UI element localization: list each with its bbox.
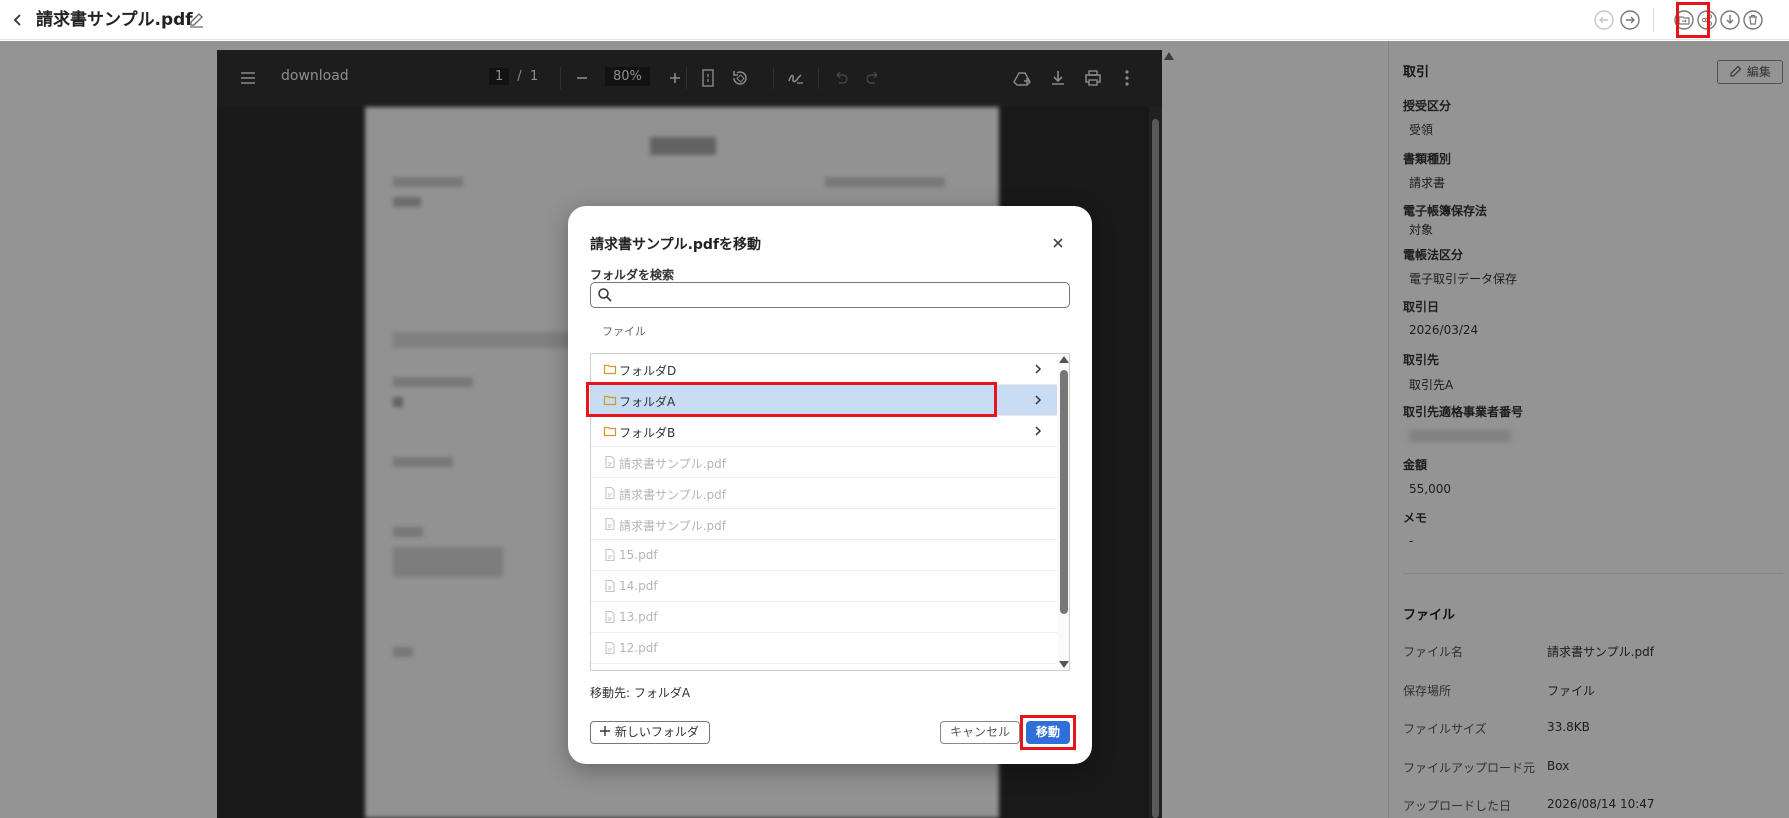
plus-icon [600,726,610,736]
top-bar: 請求書サンプル.pdf [0,0,1789,40]
document-title: 請求書サンプル.pdf [36,10,193,30]
chevron-right-icon [1035,364,1042,374]
file-icon [605,548,615,562]
list-item-file: 14.pdf [591,571,1057,602]
new-folder-button[interactable]: 新しいフォルダ [590,721,710,744]
file-icon [605,486,615,500]
pencil-icon [190,13,203,28]
list-item-folder[interactable]: フォルダA [591,385,1057,416]
arrow-right-circle-icon [1620,10,1640,30]
list-item-folder[interactable]: フォルダB [591,416,1057,447]
share-button[interactable] [1696,9,1718,31]
share-icon [1697,10,1717,30]
search-icon [598,288,612,302]
cancel-button[interactable]: キャンセル [940,721,1020,744]
dialog-title: 請求書サンプル.pdfを移動 [590,237,762,253]
chevron-right-icon [1035,426,1042,436]
dialog-close-button[interactable] [1048,233,1068,253]
scroll-down-arrow[interactable] [1059,661,1069,668]
file-icon [605,517,615,531]
arrow-left-circle-icon [1594,10,1614,30]
move-destination: 移動先: フォルダA [590,686,691,700]
list-item-file: 13.pdf [591,602,1057,633]
file-icon [605,610,615,624]
folder-breadcrumb[interactable]: ファイル [602,323,646,339]
trash-icon [1743,10,1763,30]
close-icon [1053,238,1063,248]
folder-icon [603,426,617,437]
list-item-label: 13.pdf [619,610,658,624]
folder-icon [603,364,617,375]
file-icon [605,455,615,469]
list-item-label: フォルダD [619,364,677,378]
list-item-folder[interactable]: フォルダD [591,354,1057,385]
back-button[interactable] [6,8,28,32]
move-file-button[interactable] [1673,9,1695,31]
list-item-label: 12.pdf [619,641,658,655]
toolbar-divider [1653,8,1654,32]
chevron-right-icon [1035,395,1042,405]
list-item-label: フォルダA [619,395,676,409]
chevron-left-icon [13,14,21,26]
list-item-label: 請求書サンプル.pdf [619,457,726,471]
file-icon [605,641,615,655]
folder-list: フォルダD フォルダA フォルダB 請求書サンプル.pdf 請求書サンプル.pd… [590,353,1070,671]
download-circle-icon [1720,10,1740,30]
top-actions [1589,0,1789,40]
list-item-file: 12.pdf [591,633,1057,664]
scroll-up-arrow[interactable] [1059,356,1069,363]
list-item-label: 15.pdf [619,548,658,562]
list-item-label: フォルダB [619,426,676,440]
move-button[interactable]: 移動 [1026,721,1070,744]
list-item-file: 15.pdf [591,540,1057,571]
next-document-button[interactable] [1619,9,1641,31]
folder-icon [603,395,617,406]
new-folder-label: 新しいフォルダ [614,725,699,739]
file-icon [605,579,615,593]
download-button[interactable] [1719,9,1741,31]
folder-list-scrollbar-thumb[interactable] [1060,370,1068,614]
folder-search-box[interactable] [590,282,1070,308]
list-item-file: 請求書サンプル.pdf [591,509,1057,540]
folder-list-scrollbar[interactable] [1057,354,1069,670]
move-file-dialog: 請求書サンプル.pdfを移動 フォルダを検索 ファイル フォルダD フォルダA … [568,206,1092,764]
list-item-file: 請求書サンプル.pdf [591,478,1057,509]
move-folder-icon [1674,10,1694,30]
folder-search-input[interactable] [617,285,1065,305]
folder-search-label: フォルダを検索 [590,268,675,282]
list-item-label: 14.pdf [619,579,658,593]
list-item-label: 請求書サンプル.pdf [619,519,726,533]
delete-button[interactable] [1742,9,1764,31]
edit-title-button[interactable] [188,10,206,30]
list-item-label: 請求書サンプル.pdf [619,488,726,502]
previous-document-button[interactable] [1593,9,1615,31]
list-item-file: 請求書サンプル.pdf [591,447,1057,478]
